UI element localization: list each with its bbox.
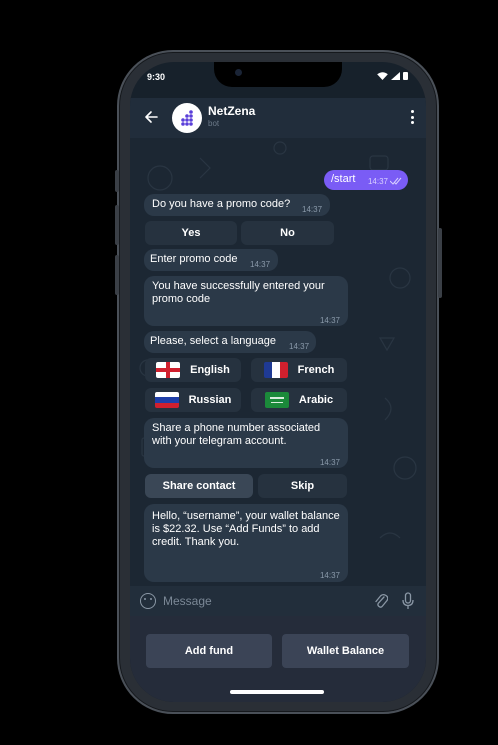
bot-avatar[interactable] bbox=[172, 103, 202, 133]
battery-icon bbox=[403, 72, 408, 80]
chat-subtitle: bot bbox=[208, 119, 220, 128]
add-fund-button[interactable]: Add fund bbox=[146, 634, 272, 668]
saudi-flag-icon bbox=[264, 392, 289, 408]
message-text: Hello, “username”, your wallet balance i… bbox=[152, 510, 340, 548]
attach-icon[interactable] bbox=[374, 592, 388, 610]
keyboard-button-skip[interactable]: Skip bbox=[258, 474, 347, 498]
wallet-balance-button[interactable]: Wallet Balance bbox=[282, 634, 409, 668]
chat-title[interactable]: NetZena bbox=[208, 104, 255, 118]
emoji-icon[interactable] bbox=[140, 593, 156, 609]
language-label: Arabic bbox=[298, 394, 334, 406]
france-flag-icon bbox=[263, 362, 288, 378]
read-ticks-icon bbox=[390, 177, 402, 185]
keyboard-button-english[interactable]: English bbox=[145, 358, 241, 382]
message-time: 14:37 bbox=[302, 205, 323, 214]
message-text: Share a phone number associated with you… bbox=[152, 422, 321, 447]
camera bbox=[235, 69, 242, 76]
message-time: 14:37 bbox=[367, 177, 388, 186]
language-label: Russian bbox=[188, 394, 232, 406]
language-label: French bbox=[297, 364, 335, 376]
volume-down-button bbox=[115, 255, 119, 295]
signal-icon bbox=[391, 72, 400, 80]
message-text: Enter promo code bbox=[150, 253, 238, 265]
keyboard-button-french[interactable]: French bbox=[251, 358, 347, 382]
message-time: 14:37 bbox=[289, 342, 310, 351]
bot-reply-keyboard: Add fund Wallet Balance bbox=[130, 616, 426, 702]
back-arrow-icon[interactable] bbox=[144, 109, 160, 125]
more-vert-icon[interactable] bbox=[410, 110, 414, 124]
message-input[interactable]: Message bbox=[163, 594, 212, 608]
incoming-message[interactable]: Hello, “username”, your wallet balance i… bbox=[144, 504, 348, 582]
incoming-message[interactable]: Share a phone number associated with you… bbox=[144, 418, 348, 468]
power-button bbox=[438, 228, 442, 298]
message-time: 14:37 bbox=[319, 316, 340, 325]
incoming-message[interactable]: Please, select a language 14:37 bbox=[144, 331, 316, 353]
incoming-message[interactable]: Enter promo code 14:37 bbox=[144, 249, 278, 271]
russia-flag-icon bbox=[154, 392, 179, 408]
phone-screen: 9:30 NetZena bot /start 14:37 Do you hav… bbox=[130, 62, 426, 702]
keyboard-button-share-contact[interactable]: Share contact bbox=[145, 474, 253, 498]
keyboard-button-russian[interactable]: Russian bbox=[145, 388, 241, 412]
status-icons bbox=[377, 72, 408, 80]
message-text: Please, select a language bbox=[150, 335, 276, 347]
home-indicator[interactable] bbox=[230, 690, 324, 694]
incoming-message[interactable]: Do you have a promo code? 14:37 bbox=[144, 194, 330, 216]
outgoing-message[interactable]: /start 14:37 bbox=[324, 170, 408, 190]
message-text: /start bbox=[331, 173, 356, 185]
uk-flag-icon bbox=[156, 362, 181, 378]
volume-up-button bbox=[115, 205, 119, 245]
message-time: 14:37 bbox=[319, 571, 340, 580]
status-time: 9:30 bbox=[147, 72, 166, 82]
message-list[interactable]: /start 14:37 Do you have a promo code? 1… bbox=[130, 138, 426, 586]
message-time: 14:37 bbox=[319, 458, 340, 467]
wifi-icon bbox=[377, 72, 388, 80]
message-composer: Message bbox=[130, 586, 426, 616]
mute-switch bbox=[115, 170, 119, 192]
message-text: Do you have a promo code? bbox=[152, 198, 291, 210]
bot-logo-icon bbox=[181, 110, 193, 126]
message-text: You have successfully entered your promo… bbox=[152, 280, 325, 305]
notch bbox=[214, 62, 342, 87]
keyboard-button-arabic[interactable]: Arabic bbox=[251, 388, 347, 412]
incoming-message[interactable]: You have successfully entered your promo… bbox=[144, 276, 348, 326]
keyboard-button-yes[interactable]: Yes bbox=[145, 221, 237, 245]
language-label: English bbox=[190, 364, 230, 376]
message-time: 14:37 bbox=[250, 260, 271, 269]
mic-icon[interactable] bbox=[401, 592, 415, 610]
chat-header: NetZena bot bbox=[130, 98, 426, 138]
keyboard-button-no[interactable]: No bbox=[241, 221, 334, 245]
